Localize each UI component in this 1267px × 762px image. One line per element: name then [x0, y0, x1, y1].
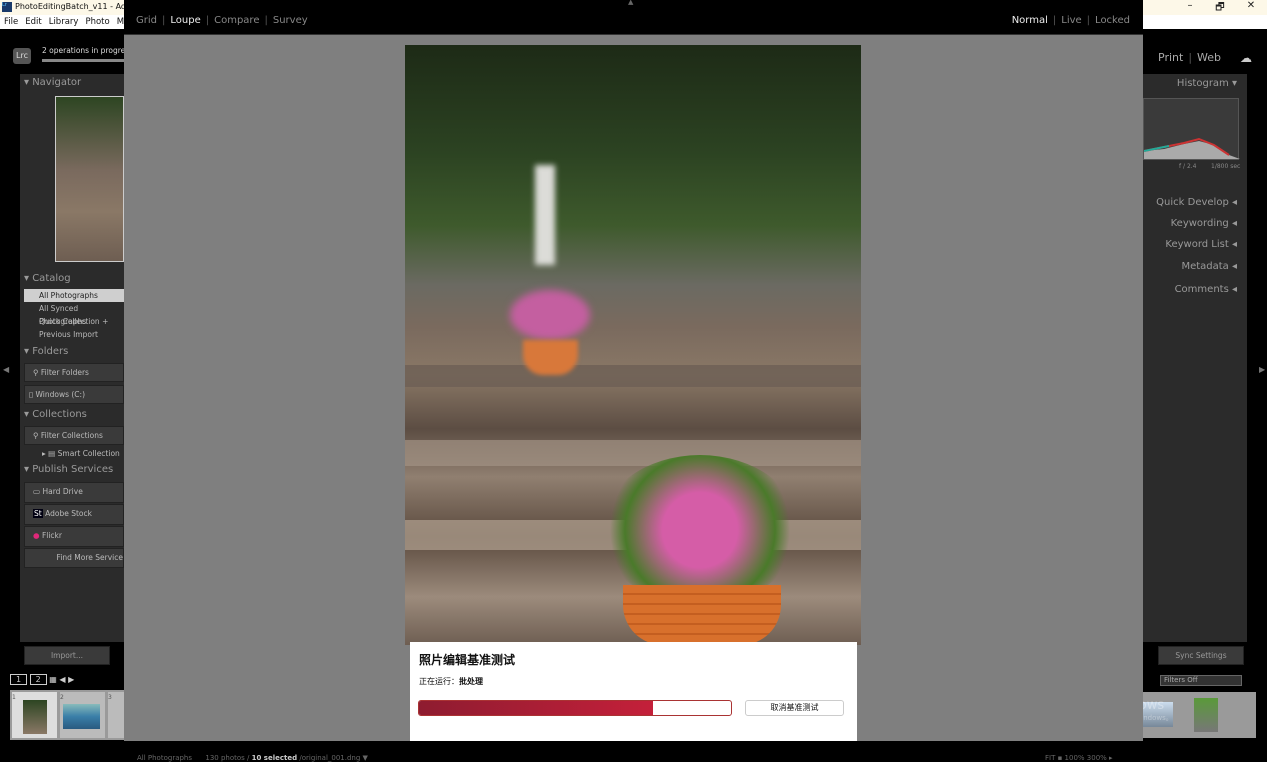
catalog-all-photographs[interactable]: All Photographs — [24, 289, 124, 302]
view-mode-bar: Grid | Loupe | Compare | Survey ▲ Normal | Live |… — [124, 0, 1143, 35]
menu-file[interactable]: File — [4, 17, 18, 27]
left-panel: ▾ Navigator ▾ Catalog All Photographs Al… — [20, 74, 124, 665]
view-2-button[interactable]: 2 — [29, 674, 47, 685]
module-print[interactable]: Print — [1158, 51, 1183, 64]
loupe-canvas — [124, 35, 1143, 741]
loupe-photo — [405, 45, 861, 645]
flower-pot — [623, 585, 781, 645]
menu-edit[interactable]: Edit — [25, 17, 41, 27]
navigator-preview — [55, 96, 124, 262]
menu-photo[interactable]: Photo — [85, 17, 109, 27]
navigator-header[interactable]: ▾ Navigator — [24, 77, 81, 88]
service-hard-drive[interactable]: ▭ Hard Drive — [24, 482, 124, 503]
service-flickr[interactable]: ● Flickr — [24, 526, 124, 547]
histogram-chart — [1143, 98, 1240, 160]
keywording-header[interactable]: Keywording ◂ — [1171, 218, 1237, 229]
mode-compare[interactable]: Compare — [214, 15, 259, 26]
hard-drive-icon: ▭ — [33, 487, 41, 496]
collapse-arrow-icon[interactable]: ▲ — [628, 0, 633, 6]
status-bar: All Photographs 130 photos / 10 selected… — [124, 741, 1143, 762]
filter-folders[interactable]: ⚲ Filter Folders — [24, 363, 124, 382]
catalog-previous-import[interactable]: Previous Import — [24, 328, 124, 341]
close-button[interactable]: ✕ — [1236, 0, 1266, 14]
running-label: 正在运行： — [419, 677, 459, 686]
running-task: 批处理 — [459, 677, 483, 686]
flickr-icon: ● — [33, 531, 40, 540]
app-icon: Lr — [2, 2, 12, 12]
left-panel-toggle-icon[interactable]: ◀ — [3, 365, 9, 374]
option-normal[interactable]: Normal — [1012, 15, 1048, 26]
volume-windows-c[interactable]: ▯ Windows (C:) — [24, 385, 124, 404]
filmstrip: 1 2 3 — [10, 690, 124, 740]
quick-develop-header[interactable]: Quick Develop ◂ — [1156, 197, 1237, 208]
metadata-header[interactable]: Metadata ◂ — [1181, 261, 1237, 272]
adobe-stock-icon: St — [33, 509, 43, 518]
cloud-icon[interactable]: ☁ — [1240, 51, 1252, 65]
window-title: PhotoEditingBatch_v11 - Adobe — [15, 2, 141, 11]
dialog-title: 照片编辑基准测试 — [419, 653, 516, 667]
secondary-display-window: Grid | Loupe | Compare | Survey ▲ Normal | Live |… — [124, 0, 1143, 762]
mode-grid[interactable]: Grid — [136, 15, 157, 26]
progress-fill — [419, 701, 653, 715]
thumb-3[interactable]: 3 — [108, 692, 124, 738]
filters-dropdown[interactable]: Filters Off — [1160, 675, 1242, 686]
folders-header[interactable]: ▾ Folders — [24, 346, 68, 357]
import-button[interactable]: Import... — [24, 646, 110, 665]
publish-services-header[interactable]: ▾ Publish Services — [24, 464, 113, 475]
collections-header[interactable]: ▾ Collections — [24, 409, 87, 420]
filter-collections[interactable]: ⚲ Filter Collections — [24, 426, 124, 445]
histogram-aperture: f / 2.4 — [1179, 163, 1197, 170]
thumb-2[interactable]: 2 — [60, 692, 105, 738]
benchmark-progress-bar — [418, 700, 732, 716]
module-web[interactable]: Web — [1197, 51, 1221, 64]
thumb-26[interactable] — [1194, 698, 1218, 732]
comments-header[interactable]: Comments ◂ — [1175, 284, 1237, 295]
view-1-button[interactable]: 1 — [10, 674, 28, 685]
catalog-quick-collection[interactable]: Quick Collection + — [24, 315, 124, 328]
menu-more[interactable]: M — [117, 17, 124, 27]
histogram-header[interactable]: Histogram ▾ — [1177, 78, 1237, 89]
option-live[interactable]: Live — [1061, 15, 1081, 26]
smart-collection[interactable]: ▸ ▤ Smart Collection — [24, 447, 124, 460]
flower — [600, 455, 800, 605]
operations-status: 2 operations in progress — [42, 46, 134, 55]
cancel-benchmark-button[interactable]: 取消基准测试 — [745, 700, 844, 716]
maximize-button[interactable]: 🗗 — [1205, 0, 1235, 14]
mode-survey[interactable]: Survey — [273, 15, 308, 26]
option-locked[interactable]: Locked — [1095, 15, 1130, 26]
grid-icon[interactable]: ▦ — [49, 675, 57, 684]
right-panel-toggle-icon[interactable]: ▶ — [1259, 365, 1265, 374]
thumb-1[interactable]: 1 — [12, 692, 57, 738]
mode-loupe[interactable]: Loupe — [170, 15, 200, 26]
menu-library[interactable]: Library — [49, 17, 79, 27]
minimize-button[interactable]: – — [1175, 0, 1205, 14]
lrc-logo: Lrc — [13, 48, 31, 64]
forward-arrow-icon[interactable]: ▶ — [68, 675, 74, 684]
sync-settings-button[interactable]: Sync Settings — [1158, 646, 1244, 665]
catalog-all-synced[interactable]: All Synced Photographs — [24, 302, 124, 326]
find-more-services[interactable]: Find More Service — [24, 548, 124, 568]
right-panel: Histogram ▾ f / 2.4 1/800 sec Quick Deve… — [1143, 74, 1247, 665]
histogram-shutter: 1/800 sec — [1211, 163, 1241, 170]
keyword-list-header[interactable]: Keyword List ◂ — [1165, 239, 1237, 250]
back-arrow-icon[interactable]: ◀ — [59, 675, 65, 684]
service-adobe-stock[interactable]: St Adobe Stock — [24, 504, 124, 525]
operations-progress — [42, 59, 124, 62]
catalog-header[interactable]: ▾ Catalog — [24, 273, 71, 284]
